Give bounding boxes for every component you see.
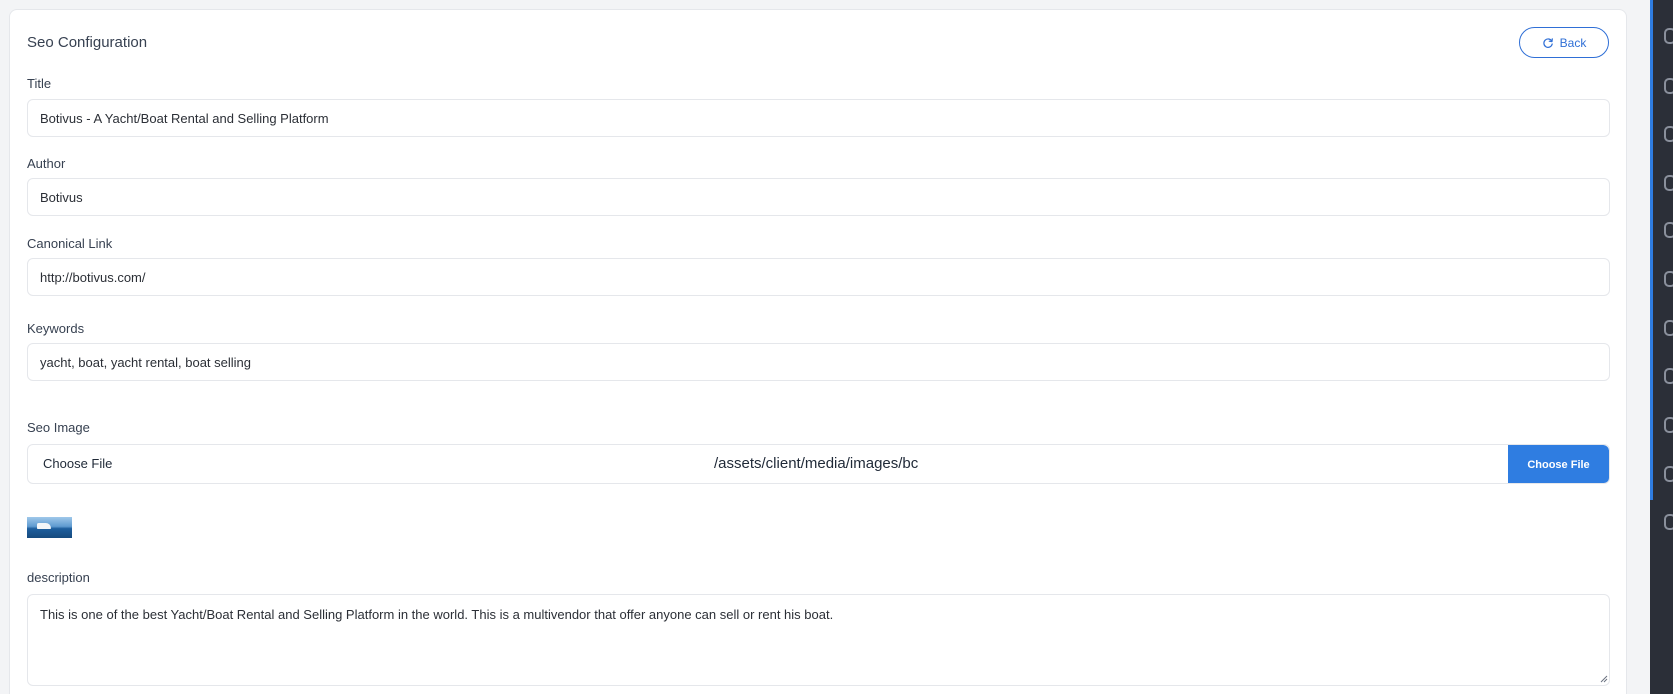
sidebar-nav-icon[interactable]: [1664, 126, 1673, 142]
title-input[interactable]: [27, 99, 1610, 137]
back-button-label: Back: [1559, 35, 1587, 50]
page: Seo Configuration Back Title Author Cano…: [0, 0, 1673, 694]
back-button[interactable]: Back: [1519, 27, 1609, 58]
sidebar-nav-icon[interactable]: [1664, 175, 1673, 191]
refresh-icon: [1542, 37, 1553, 48]
description-textarea[interactable]: This is one of the best Yacht/Boat Renta…: [27, 594, 1610, 686]
sidebar-nav-icon[interactable]: [1664, 514, 1673, 530]
seo-image-file-input[interactable]: Choose File /assets/client/media/images/…: [27, 444, 1610, 484]
keywords-label: Keywords: [27, 321, 85, 336]
sidebar-nav-icon[interactable]: [1664, 466, 1673, 482]
title-label: Title: [27, 76, 52, 91]
file-path-text: /assets/client/media/images/bc: [714, 455, 919, 472]
sidebar-nav-icon[interactable]: [1664, 28, 1673, 44]
sidebar-nav-icon[interactable]: [1664, 222, 1673, 238]
seo-image-label: Seo Image: [27, 420, 90, 435]
sidebar-nav-icon[interactable]: [1664, 417, 1673, 433]
sidebar-accent: [1650, 0, 1653, 500]
description-label: description: [27, 570, 90, 585]
canonical-link-input[interactable]: [27, 258, 1610, 296]
page-title: Seo Configuration: [27, 34, 148, 51]
keywords-input[interactable]: [27, 343, 1610, 381]
sidebar-nav-icon[interactable]: [1664, 368, 1673, 384]
sidebar-nav-icon[interactable]: [1664, 78, 1673, 94]
resize-grip-icon[interactable]: [1600, 675, 1608, 683]
sidebar-nav-icon[interactable]: [1664, 271, 1673, 287]
file-native-button[interactable]: Choose File: [43, 456, 112, 471]
seo-config-card: Seo Configuration Back Title Author Cano…: [9, 9, 1627, 694]
seo-image-thumbnail: [27, 517, 72, 538]
choose-file-button[interactable]: Choose File: [1508, 445, 1609, 483]
sidebar-rail: [1650, 0, 1673, 694]
boat-graphic: [37, 523, 51, 529]
sidebar-nav-icon[interactable]: [1664, 320, 1673, 336]
author-label: Author: [27, 156, 66, 171]
author-input[interactable]: [27, 178, 1610, 216]
canonical-link-label: Canonical Link: [27, 236, 113, 251]
